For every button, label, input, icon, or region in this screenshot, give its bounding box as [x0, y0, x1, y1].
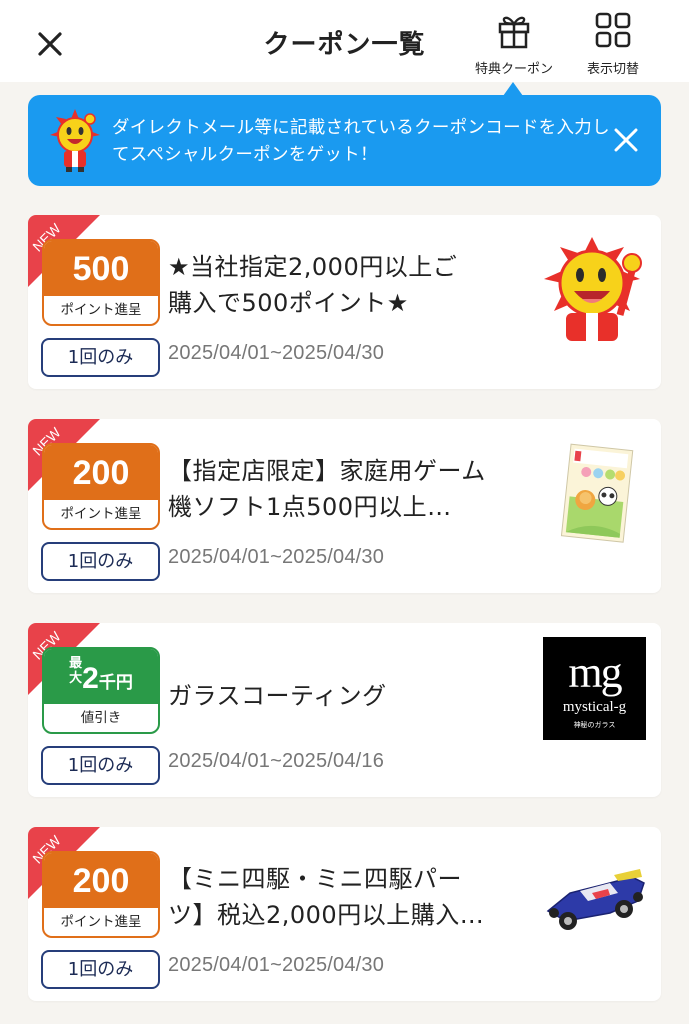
coupon-title: ★当社指定2,000円以上ご 購入で500ポイント★ — [168, 253, 458, 317]
coupon-code-banner[interactable]: ダイレクトメール等に記載されているクーポンコードを入力してスペシャルクーポンをゲ… — [28, 95, 661, 186]
view-toggle-button[interactable]: 表示切替 — [580, 10, 646, 77]
coupon-card[interactable]: NEW 200 ポイント進呈 1回のみ 【指定店限定】家庭用ゲーム 機ソフト1点… — [28, 419, 661, 593]
badge-caption: ポイント進呈 — [60, 506, 142, 522]
coupon-card[interactable]: NEW 500 ポイント進呈 1回のみ ★当社指定2,000円以上ご 購入で50… — [28, 215, 661, 389]
mascot-image — [544, 237, 642, 341]
coupon-title: 【指定店限定】家庭用ゲーム 機ソフト1点500円以上… — [168, 457, 486, 521]
close-icon — [614, 128, 638, 152]
view-toggle-label: 表示切替 — [586, 62, 639, 77]
special-coupon-button[interactable]: 特典クーポン — [466, 10, 562, 77]
badge-caption: ポイント進呈 — [60, 914, 142, 930]
game-box-image — [560, 443, 634, 543]
badge-caption: ポイント進呈 — [60, 302, 142, 318]
point-badge: 200 ポイント進呈 — [42, 851, 160, 938]
coupon-title: ガラスコーティング — [168, 682, 387, 710]
coupon-period: 2025/04/01~2025/04/16 — [168, 750, 385, 772]
special-coupon-label: 特典クーポン — [474, 62, 553, 77]
badge-value: 200 — [44, 445, 158, 500]
tooltip-pointer — [503, 82, 523, 96]
usage-limit-tag: 1回のみ — [41, 950, 160, 989]
gift-icon — [498, 16, 530, 49]
badge-value: 500 — [44, 241, 158, 296]
point-badge: 200 ポイント進呈 — [42, 443, 160, 530]
badge-value: 200 — [44, 853, 158, 908]
discount-badge: 最大2千円 値引き — [42, 647, 160, 734]
badge-value: 最大2千円 — [44, 649, 158, 704]
mascot-icon — [50, 109, 100, 172]
coupon-title: 【ミニ四駆・ミニ四駆パー ツ】税込2,000円以上購入… — [168, 865, 485, 929]
badge-caption: 値引き — [80, 710, 122, 726]
mini-4wd-image — [546, 869, 645, 930]
coupon-period: 2025/04/01~2025/04/30 — [168, 546, 385, 568]
usage-limit-tag: 1回のみ — [41, 338, 160, 377]
banner-close-button[interactable] — [611, 125, 641, 155]
coupon-card[interactable]: NEW 200 ポイント進呈 1回のみ 【ミニ四駆・ミニ四駆パー ツ】税込2,0… — [28, 827, 661, 1001]
banner-message: ダイレクトメール等に記載されているクーポンコードを入力してスペシャルクーポンをゲ… — [112, 118, 610, 165]
grid-icon — [595, 12, 631, 48]
coupon-period: 2025/04/01~2025/04/30 — [168, 342, 385, 364]
coupon-card[interactable]: NEW 最大2千円 値引き 1回のみ ガラスコーティング 2025/04/01~… — [28, 623, 661, 797]
usage-limit-tag: 1回のみ — [41, 746, 160, 785]
usage-limit-tag: 1回のみ — [41, 542, 160, 581]
point-badge: 500 ポイント進呈 — [42, 239, 160, 326]
coupon-period: 2025/04/01~2025/04/30 — [168, 954, 385, 976]
header-bar: クーポン一覧 特典クーポン 表示切替 — [0, 0, 689, 82]
mystical-g-logo: mg mystical-g 神秘のガラス — [543, 637, 646, 740]
